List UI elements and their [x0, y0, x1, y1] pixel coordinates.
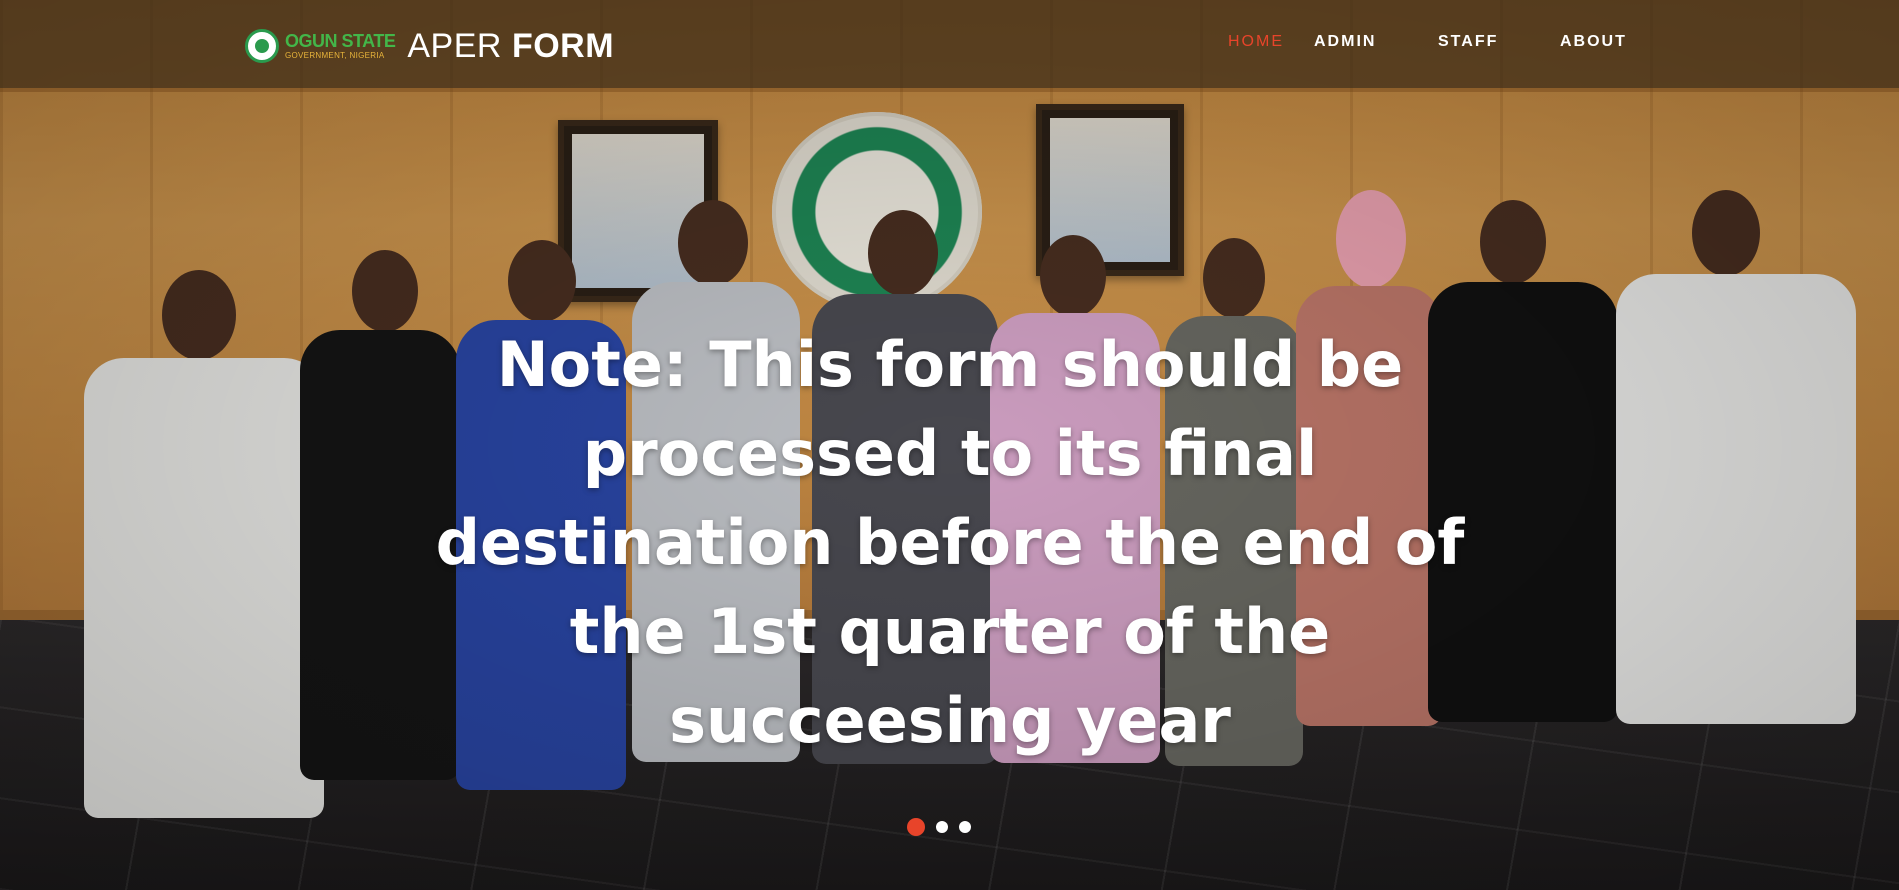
carousel-dot-3[interactable] [959, 821, 971, 833]
navbar: OGUN STATE GOVERNMENT, NIGERIA APER FORM … [0, 0, 1899, 88]
nav-staff-link[interactable]: STAFF [1438, 33, 1498, 51]
nav-about-link[interactable]: ABOUT [1560, 33, 1627, 51]
carousel-dot-2[interactable] [936, 821, 948, 833]
carousel-dot-1[interactable] [907, 818, 925, 836]
main-nav: HOME ADMIN STAFF ABOUT [0, 33, 1899, 57]
nav-home-link[interactable]: HOME [1228, 33, 1284, 51]
hero-caption: Note: This form should be processed to i… [435, 328, 1465, 757]
carousel-indicators [907, 818, 982, 836]
nav-admin-link[interactable]: ADMIN [1314, 33, 1376, 51]
